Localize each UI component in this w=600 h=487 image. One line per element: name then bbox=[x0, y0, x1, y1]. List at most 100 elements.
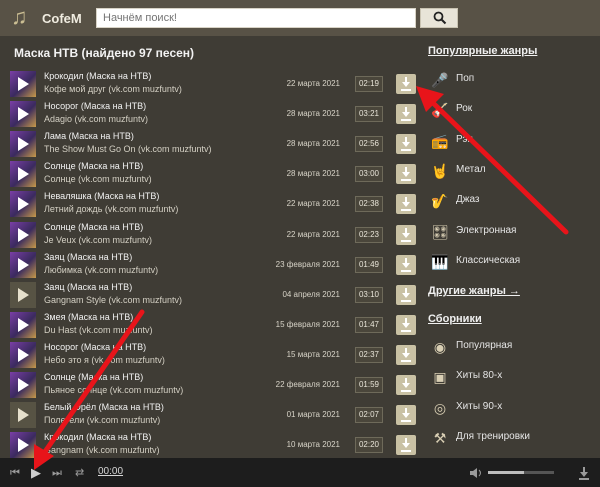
previous-icon[interactable]: ⏮ bbox=[10, 464, 20, 482]
track-play-button[interactable] bbox=[10, 341, 36, 368]
track-play-button[interactable] bbox=[10, 101, 36, 128]
track-play-button[interactable] bbox=[10, 191, 36, 218]
track-download-button[interactable] bbox=[396, 74, 416, 94]
track-duration: 02:19 bbox=[355, 76, 383, 92]
track-title[interactable]: Змея (Маска на НТВ) bbox=[44, 312, 133, 322]
genre-item[interactable]: 🎤 Поп bbox=[428, 68, 598, 92]
download-icon bbox=[401, 257, 411, 272]
collection-item[interactable]: ◎ Хиты 90-х bbox=[428, 396, 598, 420]
collection-item[interactable]: ◉ Популярная bbox=[428, 335, 598, 359]
genre-item[interactable]: 🤘 Метал bbox=[428, 159, 598, 183]
volume-slider[interactable] bbox=[488, 471, 554, 474]
track-duration: 01:59 bbox=[355, 377, 383, 393]
track-download-button[interactable] bbox=[396, 164, 416, 185]
genre-item[interactable]: 🎷 Джаз bbox=[428, 189, 598, 213]
next-icon[interactable]: ⏭ bbox=[52, 464, 62, 482]
play-icon bbox=[18, 227, 29, 242]
genre-item[interactable]: 🎸 Рок bbox=[428, 98, 598, 122]
collection-label: Для тренировки bbox=[456, 430, 531, 442]
track-download-button[interactable] bbox=[396, 224, 416, 245]
repeat-icon[interactable]: ⇄ bbox=[75, 464, 84, 482]
download-icon bbox=[401, 77, 411, 91]
track-title[interactable]: Заяц (Маска на НТВ) bbox=[44, 252, 132, 262]
cassette-80s-icon: ▣ bbox=[433, 369, 447, 386]
track-title[interactable]: Носорог (Маска на НТВ) bbox=[44, 342, 146, 352]
track-row[interactable]: Солнце (Маска на НТВ) Солнце (vk.com muzf… bbox=[8, 159, 420, 189]
genre-item[interactable]: 🎛 Электронная bbox=[428, 220, 598, 244]
vinyl-icon: ◉ bbox=[433, 339, 447, 355]
synth-icon: 🎛 bbox=[431, 223, 449, 240]
volume-icon[interactable] bbox=[470, 468, 482, 478]
play-icon bbox=[18, 107, 29, 122]
track-download-button[interactable] bbox=[396, 134, 416, 155]
track-artist: Gangnam Style (vk.com muzfuntv) bbox=[44, 294, 183, 305]
track-row[interactable]: Белый Орёл (Маска на НТВ) Полетели (vk.co… bbox=[8, 400, 420, 430]
track-play-button[interactable] bbox=[10, 402, 36, 429]
play-icon bbox=[18, 257, 29, 272]
track-play-button[interactable] bbox=[10, 161, 36, 188]
track-download-button[interactable] bbox=[396, 314, 416, 335]
search-input[interactable] bbox=[96, 8, 416, 28]
track-title[interactable]: Лама (Маска на НТВ) bbox=[44, 131, 134, 141]
track-title[interactable]: Белый Орёл (Маска на НТВ) bbox=[44, 402, 164, 412]
track-play-button[interactable] bbox=[10, 432, 36, 458]
track-play-button[interactable] bbox=[10, 251, 36, 278]
track-artist: Летний дождь (vk.com muzfuntv) bbox=[44, 204, 179, 215]
track-title[interactable]: Солнце (Маска на НТВ) bbox=[44, 161, 143, 171]
track-row[interactable]: Носорог (Маска на НТВ) Небо это я (vk.com… bbox=[8, 340, 420, 370]
play-icon[interactable]: ▶ bbox=[31, 464, 41, 482]
track-title[interactable]: Крокодил (Маска на НТВ) bbox=[44, 71, 151, 81]
track-play-button[interactable] bbox=[10, 221, 36, 248]
track-download-button[interactable] bbox=[396, 405, 416, 426]
track-play-button[interactable] bbox=[10, 281, 36, 308]
track-date: 22 февраля 2021 bbox=[275, 380, 340, 389]
track-download-button[interactable] bbox=[396, 254, 416, 275]
track-row[interactable]: Носорог (Маска на НТВ) Adagio (vk.com muz… bbox=[8, 99, 420, 129]
track-play-button[interactable] bbox=[10, 131, 36, 158]
track-title[interactable]: Заяц (Маска на НТВ) bbox=[44, 282, 132, 292]
track-title[interactable]: Неваляшка (Маска на НТВ) bbox=[44, 191, 159, 201]
track-date: 15 марта 2021 bbox=[286, 349, 340, 359]
logo-text: CofeM bbox=[42, 11, 82, 26]
track-title[interactable]: Носорог (Маска на НТВ) bbox=[44, 101, 146, 111]
download-icon bbox=[401, 167, 411, 182]
track-download-button[interactable] bbox=[396, 284, 416, 305]
track-play-button[interactable] bbox=[10, 372, 36, 398]
track-duration: 02:23 bbox=[355, 226, 383, 243]
track-artist: Любимка (vk.com muzfuntv) bbox=[44, 264, 159, 275]
site-logo[interactable]: ♫ CofeM bbox=[8, 4, 88, 32]
music-note-icon: ♫ bbox=[11, 4, 28, 29]
collections-title[interactable]: Сборники bbox=[428, 313, 482, 325]
track-row[interactable]: Змея (Маска на НТВ) Du Hast (vk.com muzfu… bbox=[8, 310, 420, 340]
genre-item[interactable]: 🎹 Классическая bbox=[428, 250, 598, 274]
track-row[interactable]: Крокодил (Маска на НТВ) Кофе мой друг (vk… bbox=[8, 69, 420, 99]
track-download-button[interactable] bbox=[396, 194, 416, 215]
collection-item[interactable]: ⚒ Для тренировки bbox=[428, 426, 598, 450]
track-row[interactable]: Солнце (Маска на НТВ) Je Veux (vk.com muz… bbox=[8, 220, 420, 250]
track-row[interactable]: Заяц (Маска на НТВ) Любимка (vk.com muzfu… bbox=[8, 250, 420, 280]
track-date: 22 марта 2021 bbox=[286, 199, 340, 209]
track-row[interactable]: Неваляшка (Маска на НТВ) Летний дождь (vk… bbox=[8, 189, 420, 219]
track-play-button[interactable] bbox=[10, 311, 36, 338]
track-play-button[interactable] bbox=[10, 71, 36, 97]
track-date: 22 марта 2021 bbox=[286, 229, 340, 239]
other-genres-link[interactable]: Другие жанры → bbox=[428, 285, 520, 297]
track-download-button[interactable] bbox=[396, 435, 416, 456]
track-title[interactable]: Крокодил (Маска на НТВ) bbox=[44, 432, 151, 442]
genre-item[interactable]: 📻 Рэп bbox=[428, 129, 598, 153]
track-title[interactable]: Солнце (Маска на НТВ) bbox=[44, 372, 143, 382]
track-download-button[interactable] bbox=[396, 344, 416, 365]
track-date: 28 марта 2021 bbox=[286, 139, 340, 149]
download-icon[interactable] bbox=[577, 466, 591, 480]
track-title[interactable]: Солнце (Маска на НТВ) bbox=[44, 222, 143, 232]
track-artist: Пьяное солнце (vk.com muzfuntv) bbox=[44, 385, 184, 395]
search-button[interactable] bbox=[420, 8, 458, 28]
track-row[interactable]: Солнце (Маска на НТВ) Пьяное солнце (vk.c… bbox=[8, 370, 420, 400]
track-row[interactable]: Крокодил (Маска на НТВ) Gangnam (vk.com m… bbox=[8, 430, 420, 458]
track-download-button[interactable] bbox=[396, 375, 416, 395]
collection-item[interactable]: ▣ Хиты 80-х bbox=[428, 365, 598, 389]
track-row[interactable]: Лама (Маска на НТВ) The Show Must Go On (… bbox=[8, 129, 420, 159]
popular-genres-title[interactable]: Популярные жанры bbox=[428, 45, 537, 57]
track-row[interactable]: Заяц (Маска на НТВ) Gangnam Style (vk.com… bbox=[8, 280, 420, 310]
track-download-button[interactable] bbox=[396, 104, 416, 125]
